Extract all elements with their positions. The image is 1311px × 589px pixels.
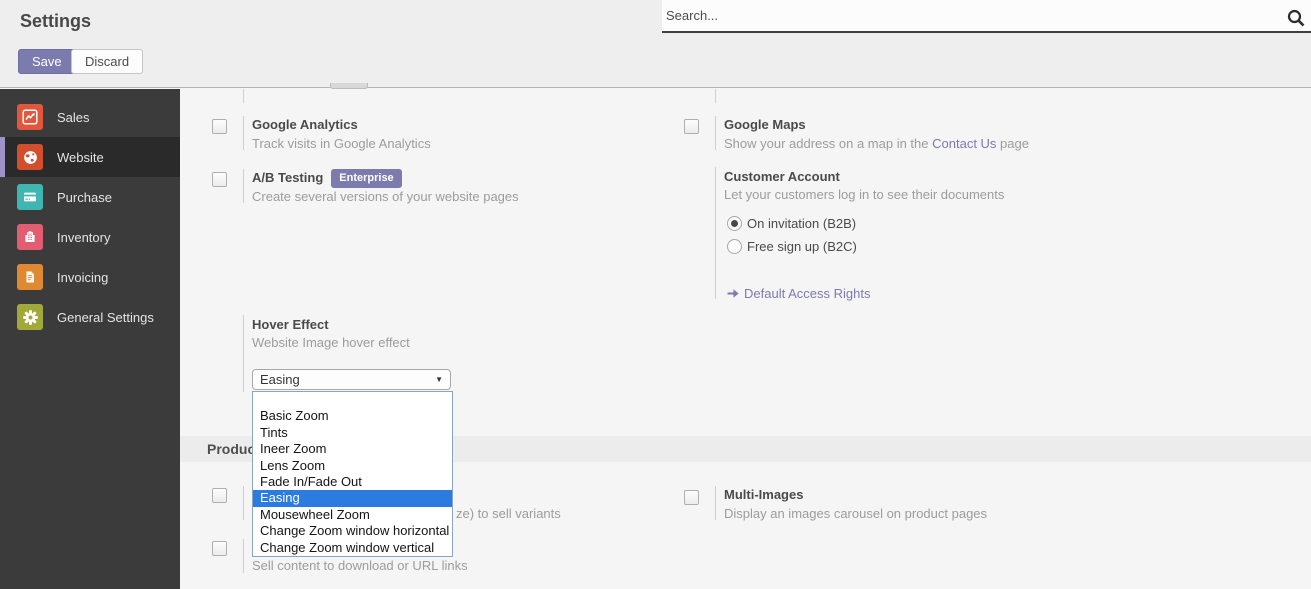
- divider: [243, 539, 244, 573]
- default-access-rights-link[interactable]: Default Access Rights: [744, 286, 870, 301]
- customer-account-desc: Let your customers log in to see their d…: [724, 187, 1004, 202]
- sidebar-item-label: Inventory: [57, 230, 110, 245]
- divider: [715, 89, 716, 103]
- sidebar-item-inventory[interactable]: Inventory: [0, 217, 180, 257]
- multi-images-title: Multi-Images: [724, 487, 803, 502]
- sidebar-item-purchase[interactable]: Purchase: [0, 177, 180, 217]
- digital-content-checkbox[interactable]: [212, 541, 227, 556]
- sidebar-item-label: General Settings: [57, 310, 154, 325]
- dropdown-option-tints[interactable]: Tints: [253, 425, 452, 441]
- sidebar-item-invoicing[interactable]: Invoicing: [0, 257, 180, 297]
- hover-effect-dropdown-list: Basic Zoom Tints Ineer Zoom Lens Zoom Fa…: [252, 391, 453, 557]
- radio-label-b2c[interactable]: Free sign up (B2C): [747, 239, 857, 254]
- ab-testing-desc: Create several versions of your website …: [252, 189, 519, 204]
- variants-checkbox[interactable]: [212, 488, 227, 503]
- google-maps-desc: Show your address on a map in the Contac…: [724, 136, 1029, 151]
- dropdown-option-basic-zoom[interactable]: Basic Zoom: [253, 408, 452, 424]
- dropdown-option-mousewheel-zoom[interactable]: Mousewheel Zoom: [253, 507, 452, 523]
- google-analytics-title: Google Analytics: [252, 117, 358, 132]
- search-icon[interactable]: [1286, 8, 1306, 28]
- ab-testing-title-row: A/B TestingEnterprise: [252, 169, 402, 188]
- inventory-building-icon: [17, 224, 43, 250]
- enterprise-badge: Enterprise: [331, 169, 401, 188]
- sidebar-item-label: Purchase: [57, 190, 112, 205]
- radio-label-b2b[interactable]: On invitation (B2B): [747, 216, 856, 231]
- search-input[interactable]: [662, 0, 1311, 33]
- google-maps-title: Google Maps: [724, 117, 806, 132]
- hover-effect-title: Hover Effect: [252, 317, 329, 332]
- sidebar-item-label: Invoicing: [57, 270, 108, 285]
- sales-chart-icon: [17, 104, 43, 130]
- sidebar-item-sales[interactable]: Sales: [0, 97, 180, 137]
- divider: [715, 167, 716, 299]
- discard-button[interactable]: Discard: [71, 49, 143, 74]
- divider: [243, 89, 244, 103]
- variants-desc-fragment: ze) to sell variants: [456, 506, 561, 521]
- dropdown-option-change-zoom-horizontal[interactable]: Change Zoom window horizontal: [253, 523, 452, 539]
- divider: [243, 116, 244, 150]
- radio-free-signup-b2c[interactable]: [727, 239, 742, 254]
- dropdown-option-easing-selected[interactable]: Easing: [253, 490, 452, 506]
- divider: [243, 315, 244, 392]
- save-button[interactable]: Save: [18, 49, 76, 74]
- radio-on-invitation-b2b[interactable]: [727, 216, 742, 231]
- hover-effect-select[interactable]: Easing ▼: [252, 369, 451, 390]
- ab-testing-checkbox[interactable]: [212, 172, 227, 187]
- contact-us-link[interactable]: Contact Us: [932, 136, 996, 151]
- hover-effect-desc: Website Image hover effect: [252, 335, 410, 350]
- website-globe-icon: [17, 144, 43, 170]
- gear-icon: [17, 304, 43, 330]
- sidebar-item-website[interactable]: Website: [0, 137, 180, 177]
- arrow-right-icon: [727, 287, 740, 300]
- purchase-card-icon: [17, 184, 43, 210]
- divider: [243, 486, 244, 520]
- dropdown-option-fade[interactable]: Fade In/Fade Out: [253, 474, 452, 490]
- google-maps-checkbox[interactable]: [684, 119, 699, 134]
- divider: [715, 486, 716, 520]
- dropdown-option-lens-zoom[interactable]: Lens Zoom: [253, 458, 452, 474]
- sidebar-item-label: Sales: [57, 110, 90, 125]
- divider: [715, 116, 716, 150]
- google-analytics-desc: Track visits in Google Analytics: [252, 136, 431, 151]
- invoicing-document-icon: [17, 264, 43, 290]
- sidebar-item-general-settings[interactable]: General Settings: [0, 297, 180, 337]
- google-analytics-checkbox[interactable]: [212, 119, 227, 134]
- customer-account-title: Customer Account: [724, 169, 840, 184]
- dropdown-option-change-zoom-vertical[interactable]: Change Zoom window vertical: [253, 540, 452, 556]
- sidebar-item-label: Website: [57, 150, 104, 165]
- multi-images-checkbox[interactable]: [684, 490, 699, 505]
- multi-images-desc: Display an images carousel on product pa…: [724, 506, 987, 521]
- dropdown-option-blank[interactable]: [253, 392, 452, 408]
- divider: [243, 169, 244, 203]
- digital-content-desc: Sell content to download or URL links: [252, 558, 468, 573]
- clipped-element-remainder: [330, 83, 368, 89]
- page-title: Settings: [20, 11, 91, 32]
- dropdown-option-ineer-zoom[interactable]: Ineer Zoom: [253, 441, 452, 457]
- chevron-down-icon: ▼: [435, 375, 450, 384]
